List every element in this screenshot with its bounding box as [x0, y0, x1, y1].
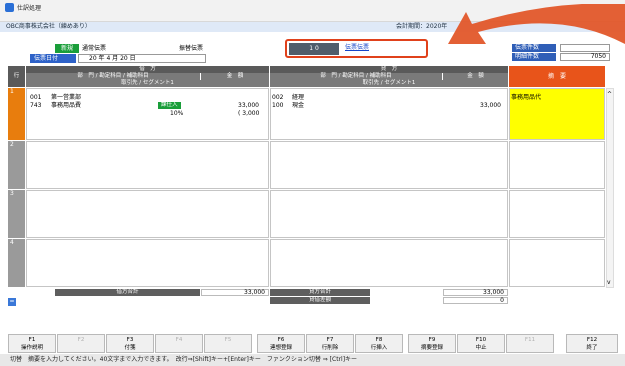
collapse-icon[interactable]: =	[8, 298, 16, 306]
credit-acct-code: 100	[272, 102, 284, 109]
slip-type-transfer[interactable]: 振替伝票	[179, 44, 203, 53]
credit-cell-row-3[interactable]	[270, 190, 508, 238]
credit-total-label: 貸方合計	[270, 289, 370, 296]
memo-header: 摘 要	[509, 66, 605, 87]
row-header: 行	[8, 66, 25, 87]
row-number-3[interactable]: 3	[8, 190, 25, 238]
row-number-1[interactable]: 1	[8, 88, 25, 140]
slip-type-normal[interactable]: 通常伝票	[82, 44, 106, 53]
memo-text: 事務用品代	[511, 94, 542, 101]
fkey-f6[interactable]: F6 連想登録	[257, 334, 305, 353]
credit-cell-row-1[interactable]	[270, 88, 508, 140]
new-slip-button[interactable]: 新規	[55, 44, 79, 53]
debit-tax-amount: ( 3,000	[238, 110, 260, 117]
app-icon	[5, 3, 14, 12]
debit-total-label: 借方合計	[55, 289, 200, 296]
vertical-scrollbar[interactable]	[606, 88, 614, 288]
slip-date-label: 伝票日付	[30, 54, 76, 63]
memo-cell-row-2[interactable]	[509, 141, 605, 189]
debit-cell-row-2[interactable]	[26, 141, 269, 189]
debit-acct-name: 事務用品費	[51, 102, 82, 109]
credit-dept-name: 経理	[292, 94, 305, 101]
status-bar: 切替 摘要を入力してください。40文字まで入力できます。 改行⇒[Shift]キ…	[0, 354, 625, 366]
credit-partner-header: 取引先 / セグメント1	[270, 80, 508, 87]
row-number-2[interactable]: 2	[8, 141, 25, 189]
window-title: 仕訳処理	[17, 5, 42, 12]
debit-dept-code: 001	[30, 94, 42, 101]
credit-acct-name: 現金	[292, 102, 305, 109]
balance-diff-value: 0	[443, 297, 508, 304]
tax-category-tag[interactable]: 課仕入	[158, 102, 181, 109]
row-number-4[interactable]: 4	[8, 239, 25, 287]
debit-cell-row-4[interactable]	[26, 239, 269, 287]
fkey-f2: F2	[57, 334, 105, 353]
debit-amount-header: 金 額	[201, 73, 269, 80]
debit-total-value: 33,000	[201, 289, 269, 296]
credit-amount-header: 金 額	[443, 73, 508, 80]
fkey-f1[interactable]: F1 操作説明	[8, 334, 56, 353]
credit-cell-row-4[interactable]	[270, 239, 508, 287]
fkey-f9[interactable]: F9 摘要登録	[408, 334, 456, 353]
credit-title: 貸 方	[270, 66, 508, 73]
credit-dept-code: 002	[272, 94, 284, 101]
debit-title: 借 方	[26, 66, 269, 73]
fkey-f4: F4	[155, 334, 203, 353]
memo-cell-row-3[interactable]	[509, 190, 605, 238]
debit-partner-header: 取引先 / セグメント1	[26, 80, 269, 87]
fkey-f7[interactable]: F7 行削除	[306, 334, 354, 353]
debit-cell-row-3[interactable]	[26, 190, 269, 238]
credit-dept-acct-header: 部 門 / 勘定科目 / 補助科目	[270, 73, 442, 80]
fkey-f10[interactable]: F10 中止	[457, 334, 505, 353]
slip-date-input[interactable]: 20 年 4 月 20 日	[78, 54, 206, 63]
highlight-callout	[285, 39, 428, 58]
scroll-down-icon[interactable]: v	[607, 280, 611, 286]
callout-arrow-icon	[448, 4, 625, 44]
fkey-f12[interactable]: F12 終了	[566, 334, 618, 353]
debit-amount: 33,000	[238, 102, 259, 109]
debit-dept-acct-header: 部 門 / 勘定科目 / 補助科目	[26, 73, 200, 80]
fkey-f3[interactable]: F3 付箋	[106, 334, 154, 353]
credit-cell-row-2[interactable]	[270, 141, 508, 189]
fkey-f8[interactable]: F8 行挿入	[355, 334, 403, 353]
scroll-up-icon[interactable]: ^	[607, 92, 612, 98]
tax-rate: 10%	[170, 110, 184, 117]
debit-dept-name: 第一営業部	[51, 94, 82, 101]
fkey-f11: F11	[506, 334, 554, 353]
fkey-f5: F5	[204, 334, 252, 353]
balance-diff-label: 貸借差額	[270, 297, 370, 304]
debit-acct-code: 743	[30, 102, 42, 109]
credit-amount: 33,000	[480, 102, 501, 109]
credit-total-value: 33,000	[443, 289, 508, 296]
memo-cell-row-4[interactable]	[509, 239, 605, 287]
